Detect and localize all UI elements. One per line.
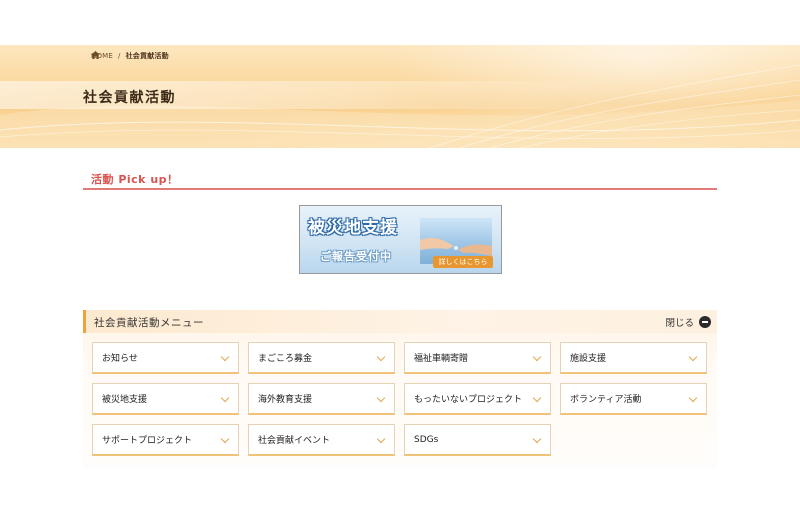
menu-item-sdgs[interactable]: SDGs <box>404 424 551 456</box>
pickup-heading: 活動 Pick up！ <box>91 173 179 186</box>
chevron-down-icon <box>688 393 698 403</box>
pickup-divider <box>83 188 717 190</box>
menu-close-button[interactable]: 閉じる <box>665 315 711 329</box>
minus-circle-icon <box>699 316 711 328</box>
menu-item-donation[interactable]: まごころ募金 <box>248 342 395 374</box>
banner-subtitle: ご報告受付中 <box>320 250 392 263</box>
menu-item-label: 被災地支援 <box>102 395 148 405</box>
menu-item-label: SDGs <box>414 434 439 445</box>
activity-menu: 社会貢献活動メニュー 閉じる お知らせ まごころ募金 福祉車輌寄贈 施設支援 被… <box>83 310 717 468</box>
menu-item-label: サポートプロジェクト <box>102 436 193 446</box>
menu-title: 社会貢献活動メニュー <box>94 317 204 329</box>
chevron-down-icon <box>220 434 230 444</box>
chevron-down-icon <box>220 352 230 362</box>
banner-title: 被災地支援 <box>308 218 398 238</box>
menu-item-label: 福祉車輌寄贈 <box>414 354 469 364</box>
breadcrumb-current: 社会貢献活動 <box>125 52 169 60</box>
menu-item-label: まごころ募金 <box>258 354 313 364</box>
menu-item-label: もったいないプロジェクト <box>414 395 523 405</box>
chevron-down-icon <box>688 352 698 362</box>
chevron-down-icon <box>376 434 386 444</box>
menu-item-volunteer[interactable]: ボランティア活動 <box>560 383 707 415</box>
menu-item-welfare-vehicle[interactable]: 福祉車輌寄贈 <box>404 342 551 374</box>
chevron-down-icon <box>532 393 542 403</box>
menu-item-label: ボランティア活動 <box>570 395 642 405</box>
menu-item-support-project[interactable]: サポートプロジェクト <box>92 424 239 456</box>
menu-item-label: お知らせ <box>102 354 138 364</box>
chevron-down-icon <box>376 352 386 362</box>
chevron-down-icon <box>532 352 542 362</box>
hero-banner: HOME / 社会貢献活動 社会貢献活動 <box>0 45 800 148</box>
menu-header: 社会貢献活動メニュー 閉じる <box>83 310 717 333</box>
home-icon <box>91 51 100 59</box>
banner-details-button[interactable]: 詳しくはこちら <box>433 256 493 268</box>
menu-close-label: 閉じる <box>665 318 694 329</box>
menu-item-label: 社会貢献イベント <box>258 436 331 446</box>
chevron-down-icon <box>532 434 542 444</box>
menu-item-facility-support[interactable]: 施設支援 <box>560 342 707 374</box>
menu-item-label: 海外教育支援 <box>258 395 313 405</box>
menu-item-overseas-education[interactable]: 海外教育支援 <box>248 383 395 415</box>
disaster-support-banner[interactable]: 被災地支援 ご報告受付中 詳しくはこちら <box>299 205 502 274</box>
chevron-down-icon <box>376 393 386 403</box>
menu-item-disaster-support[interactable]: 被災地支援 <box>92 383 239 415</box>
chevron-down-icon <box>220 393 230 403</box>
breadcrumb-separator: / <box>118 52 121 60</box>
breadcrumb: HOME / 社会貢献活動 <box>91 51 169 61</box>
menu-item-mottainai-project[interactable]: もったいないプロジェクト <box>404 383 551 415</box>
menu-item-label: 施設支援 <box>570 354 607 364</box>
page-title: 社会貢献活動 <box>83 90 176 106</box>
menu-item-news[interactable]: お知らせ <box>92 342 239 374</box>
menu-item-events[interactable]: 社会貢献イベント <box>248 424 395 456</box>
